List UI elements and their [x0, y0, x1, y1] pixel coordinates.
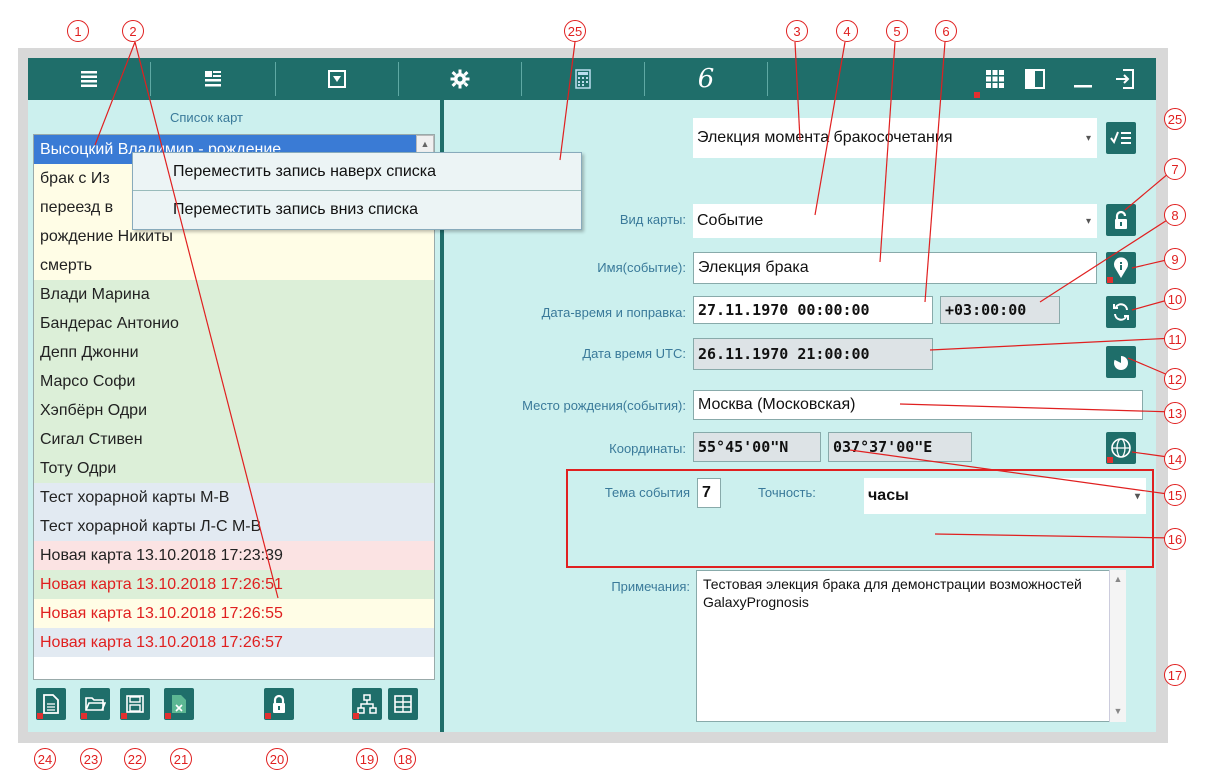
callout-20: 20	[266, 748, 288, 770]
callout-10: 10	[1164, 288, 1186, 310]
callout-1: 1	[67, 20, 89, 42]
callout-16: 16	[1164, 528, 1186, 550]
callout-23: 23	[80, 748, 102, 770]
annotation-lines	[94, 41, 1176, 599]
callout-3: 3	[786, 20, 808, 42]
callout-9: 9	[1164, 248, 1186, 270]
callout-21: 21	[170, 748, 192, 770]
callout-11: 11	[1164, 328, 1186, 350]
callout-25: 25	[564, 20, 586, 42]
callout-4: 4	[836, 20, 858, 42]
callout-5: 5	[886, 20, 908, 42]
callout-18: 18	[394, 748, 416, 770]
callout-12: 12	[1164, 368, 1186, 390]
callout-17: 17	[1164, 664, 1186, 686]
callout-13: 13	[1164, 402, 1186, 424]
callout-22: 22	[124, 748, 146, 770]
callout-6: 6	[935, 20, 957, 42]
callout-8: 8	[1164, 204, 1186, 226]
callout-2: 2	[122, 20, 144, 42]
callout-15: 15	[1164, 484, 1186, 506]
callout-19: 19	[356, 748, 378, 770]
callout-24: 24	[34, 748, 56, 770]
callout-25: 25	[1164, 108, 1186, 130]
callout-14: 14	[1164, 448, 1186, 470]
callout-7: 7	[1164, 158, 1186, 180]
